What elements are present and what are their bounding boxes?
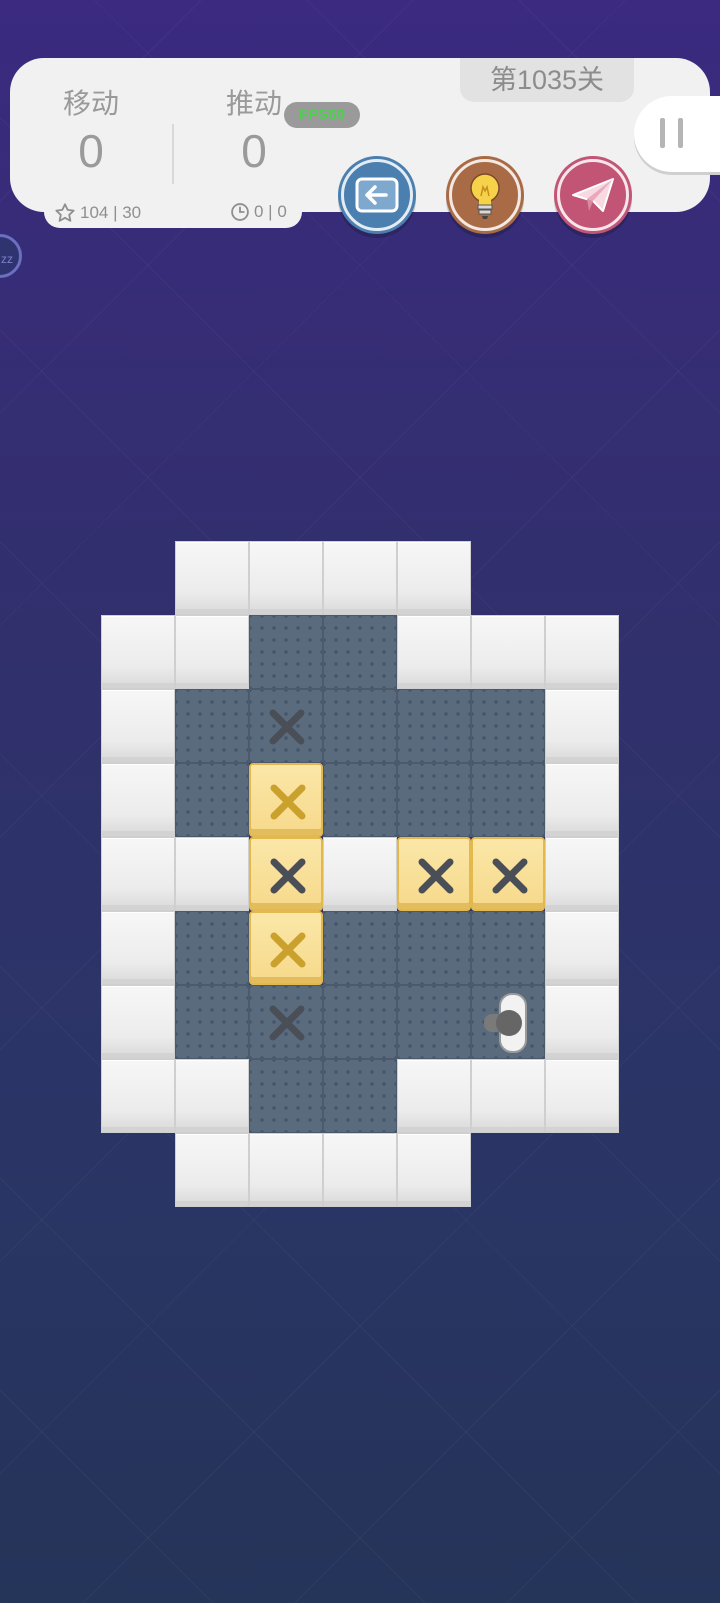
box-tile	[249, 763, 323, 837]
target-x-icon	[418, 858, 454, 894]
floor-tile	[323, 1059, 397, 1133]
floor-tile	[323, 763, 397, 837]
floor-tile	[397, 689, 471, 763]
wall-tile	[101, 911, 175, 985]
floor-tile	[175, 763, 249, 837]
floor-tile	[323, 689, 397, 763]
wall-tile	[249, 541, 323, 615]
wall-tile	[101, 689, 175, 763]
wall-tile	[101, 1059, 175, 1133]
target-x-icon	[269, 1005, 305, 1041]
floor-tile	[397, 985, 471, 1059]
target-x-icon	[269, 709, 305, 745]
wall-tile	[397, 1059, 471, 1133]
wall-tile	[323, 1133, 397, 1207]
floor-tile	[175, 911, 249, 985]
wall-tile	[175, 541, 249, 615]
wall-tile	[101, 985, 175, 1059]
wall-tile	[397, 1133, 471, 1207]
target-x-icon	[492, 858, 528, 894]
wall-tile	[101, 763, 175, 837]
wall-tile	[545, 763, 619, 837]
floor-tile	[249, 1059, 323, 1133]
box-tile	[249, 837, 323, 911]
wall-tile	[545, 1059, 619, 1133]
floor-tile	[175, 985, 249, 1059]
floor-tile	[249, 615, 323, 689]
game-board	[0, 0, 720, 1603]
wall-tile	[175, 1133, 249, 1207]
wall-tile	[545, 837, 619, 911]
floor-tile	[471, 689, 545, 763]
floor-tile	[397, 911, 471, 985]
floor-tile	[323, 911, 397, 985]
wall-tile	[175, 615, 249, 689]
target-tile	[249, 689, 323, 763]
wall-tile	[545, 615, 619, 689]
box-tile	[471, 837, 545, 911]
target-x-icon	[270, 784, 306, 820]
floor-tile	[471, 763, 545, 837]
wall-tile	[101, 837, 175, 911]
floor-tile	[397, 763, 471, 837]
wall-tile	[471, 1059, 545, 1133]
wall-tile	[397, 541, 471, 615]
wall-tile	[545, 689, 619, 763]
floor-tile	[471, 911, 545, 985]
player-icon	[484, 993, 527, 1053]
wall-tile	[471, 615, 545, 689]
floor-tile	[323, 615, 397, 689]
wall-tile	[249, 1133, 323, 1207]
target-tile	[249, 985, 323, 1059]
box-tile	[249, 911, 323, 985]
wall-tile	[323, 541, 397, 615]
floor-tile	[323, 985, 397, 1059]
wall-tile	[175, 1059, 249, 1133]
wall-tile	[101, 615, 175, 689]
target-x-icon	[270, 858, 306, 894]
wall-tile	[397, 615, 471, 689]
wall-tile	[323, 837, 397, 911]
target-x-icon	[270, 932, 306, 968]
player-tile[interactable]	[471, 985, 545, 1059]
box-tile	[397, 837, 471, 911]
wall-tile	[545, 985, 619, 1059]
wall-tile	[175, 837, 249, 911]
wall-tile	[545, 911, 619, 985]
floor-tile	[175, 689, 249, 763]
